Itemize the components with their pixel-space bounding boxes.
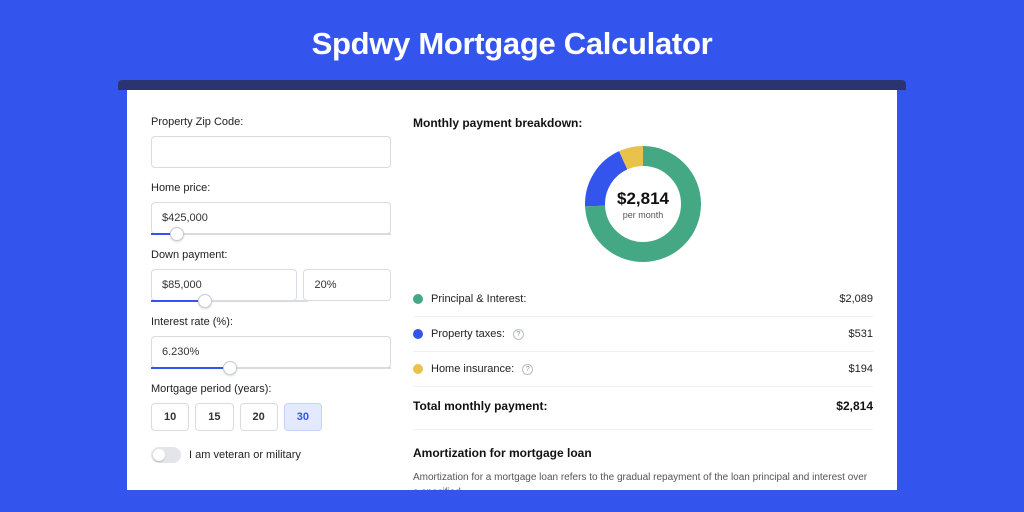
period-option-15[interactable]: 15 [195,403,233,431]
interest-rate-field-group: Interest rate (%): [151,316,391,369]
total-label: Total monthly payment: [413,399,547,413]
breakdown-row-value: $194 [849,363,873,375]
donut-amount: $2,814 [617,189,669,209]
donut-center: $2,814 per month [583,144,703,264]
zip-field-group: Property Zip Code: [151,116,391,168]
info-icon[interactable]: ? [513,329,524,340]
down-payment-label: Down payment: [151,249,391,261]
breakdown-row-value: $531 [849,328,873,340]
amortization-title: Amortization for mortgage loan [413,429,873,460]
breakdown-row-label: Principal & Interest: [431,293,526,305]
total-value: $2,814 [836,399,873,413]
period-option-30[interactable]: 30 [284,403,322,431]
calculator-card: Property Zip Code: Home price: Down paym… [127,90,897,490]
veteran-toggle-label: I am veteran or military [189,449,301,461]
period-segmented: 10 15 20 30 [151,403,391,431]
amortization-text: Amortization for a mortgage loan refers … [413,470,873,490]
interest-rate-slider[interactable] [151,367,391,369]
slider-thumb-icon[interactable] [223,361,237,375]
period-field-group: Mortgage period (years): 10 15 20 30 [151,383,391,431]
home-price-slider[interactable] [151,233,391,235]
home-price-field-group: Home price: [151,182,391,235]
veteran-toggle[interactable] [151,447,181,463]
breakdown-row-taxes: Property taxes: ? $531 [413,317,873,352]
veteran-toggle-row: I am veteran or military [151,447,391,463]
interest-rate-label: Interest rate (%): [151,316,391,328]
home-price-input[interactable] [151,202,391,234]
dot-icon [413,294,423,304]
down-payment-slider[interactable] [151,300,308,302]
down-payment-field-group: Down payment: [151,249,391,302]
donut-sub: per month [623,210,664,220]
form-panel: Property Zip Code: Home price: Down paym… [151,116,391,490]
slider-thumb-icon[interactable] [170,227,184,241]
breakdown-row-principal: Principal & Interest: $2,089 [413,282,873,317]
breakdown-row-label: Property taxes: [431,328,505,340]
card-shadow-band [118,80,906,90]
dot-icon [413,364,423,374]
home-price-label: Home price: [151,182,391,194]
down-payment-amount-input[interactable] [151,269,297,301]
breakdown-title: Monthly payment breakdown: [413,116,873,130]
interest-rate-input[interactable] [151,336,391,368]
period-label: Mortgage period (years): [151,383,391,395]
total-row: Total monthly payment: $2,814 [413,387,873,429]
zip-label: Property Zip Code: [151,116,391,128]
breakdown-row-label: Home insurance: [431,363,514,375]
page-title: Spdwy Mortgage Calculator [0,0,1024,80]
slider-thumb-icon[interactable] [198,294,212,308]
period-option-20[interactable]: 20 [240,403,278,431]
dot-icon [413,329,423,339]
zip-input[interactable] [151,136,391,168]
down-payment-percent-input[interactable] [303,269,391,301]
period-option-10[interactable]: 10 [151,403,189,431]
breakdown-row-value: $2,089 [839,293,873,305]
donut-chart-wrap: $2,814 per month [413,138,873,282]
breakdown-panel: Monthly payment breakdown: $2,814 per mo… [413,116,873,490]
breakdown-row-insurance: Home insurance: ? $194 [413,352,873,387]
info-icon[interactable]: ? [522,364,533,375]
donut-chart: $2,814 per month [583,144,703,264]
